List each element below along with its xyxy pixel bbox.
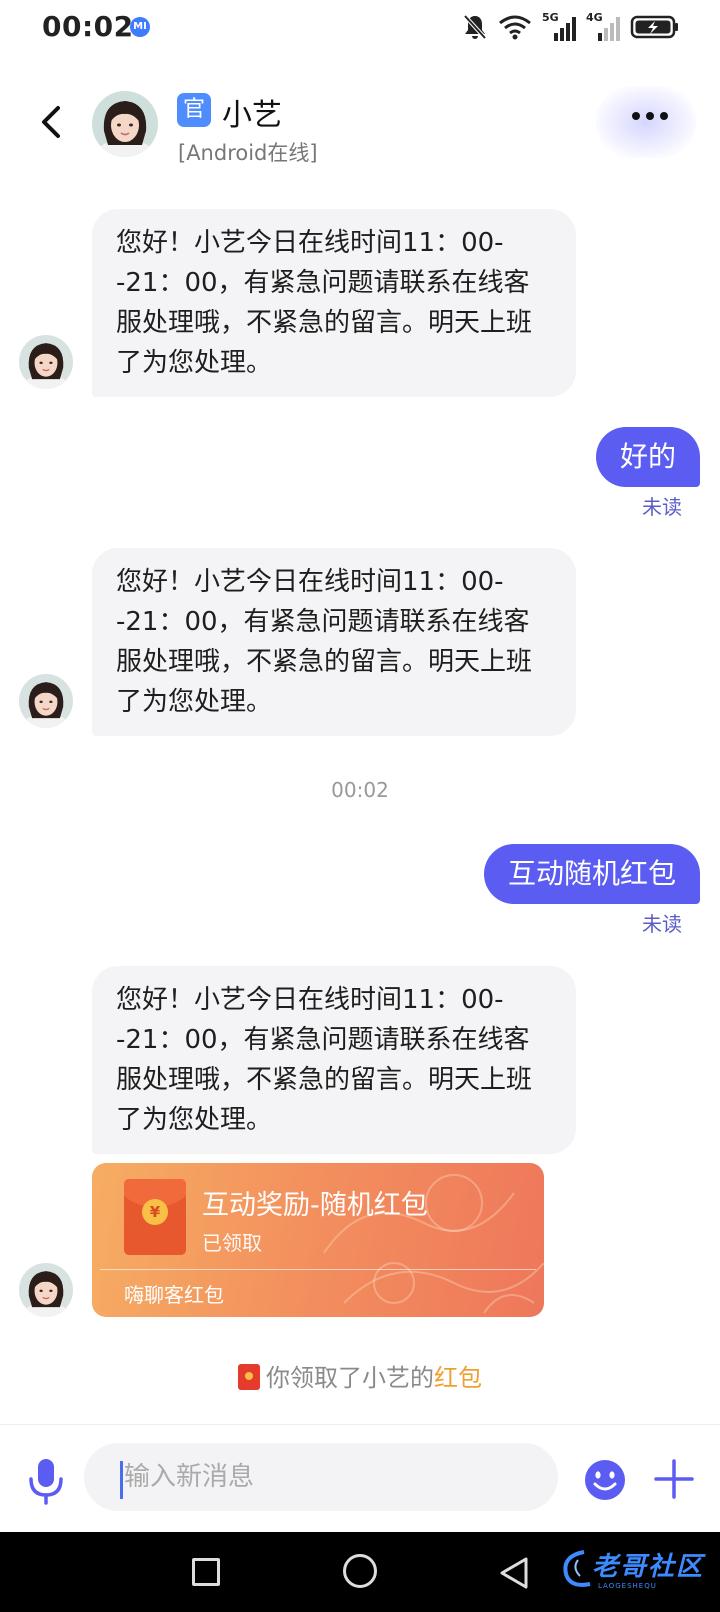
more-button[interactable] [596, 86, 696, 158]
incoming-message[interactable]: 您好！小艺今日在线时间11：00--21：00，有紧急问题请联系在线客服处理哦，… [92, 966, 576, 1154]
status-icons: 5G 4G [462, 11, 680, 42]
emoji-button[interactable] [584, 1459, 626, 1501]
contact-online-status: [Android在线] [178, 141, 318, 165]
red-packet-link[interactable]: 红包 [434, 1364, 482, 1392]
back-button[interactable] [30, 100, 74, 144]
input-bar [0, 1424, 720, 1530]
red-envelope-icon: ¥ [124, 1179, 186, 1255]
red-packet-card[interactable]: ¥ 互动奖励-随机红包 已领取 嗨聊客红包 [92, 1163, 544, 1317]
red-packet-title: 互动奖励-随机红包 [202, 1190, 428, 1221]
more-dots-icon [632, 112, 668, 120]
contact-name: 小艺 [222, 98, 282, 133]
sender-avatar[interactable] [19, 674, 73, 728]
status-time: 00:02 [42, 10, 134, 43]
official-badge: 官 [177, 93, 211, 127]
avatar-image [19, 335, 73, 389]
bell-off-icon [463, 14, 487, 40]
plus-icon [654, 1459, 694, 1499]
system-message-text: 你领取了小艺的 [266, 1364, 434, 1392]
red-packet-status: 已领取 [202, 1231, 262, 1255]
outgoing-message[interactable]: 好的 [595, 427, 700, 487]
avatar-image [19, 1263, 73, 1317]
system-message: 你领取了小艺的红包 [0, 1358, 720, 1393]
sender-avatar[interactable] [19, 335, 73, 389]
battery-charging-icon [630, 15, 678, 39]
signal-4g-icon: 4G [586, 11, 620, 41]
system-nav-bar: 老哥社区 LAOGESHEQU [0, 1532, 720, 1612]
chevron-left-icon [42, 106, 60, 138]
text-caret [120, 1461, 123, 1499]
divider [100, 1269, 536, 1270]
wifi-icon [499, 15, 531, 40]
nav-back-button[interactable] [498, 1556, 530, 1590]
contact-avatar[interactable] [92, 91, 158, 157]
outgoing-message[interactable]: 互动随机红包 [483, 844, 700, 904]
read-status: 未读 [642, 495, 682, 519]
voice-button[interactable] [26, 1457, 66, 1505]
incoming-message[interactable]: 您好！小艺今日在线时间11：00--21：00，有紧急问题请联系在线客服处理哦，… [92, 548, 576, 736]
avatar-image [92, 91, 158, 157]
add-button[interactable] [652, 1457, 696, 1501]
recent-apps-button[interactable] [192, 1558, 220, 1586]
incoming-message[interactable]: 您好！小艺今日在线时间11：00--21：00，有紧急问题请联系在线客服处理哦，… [92, 209, 576, 397]
chat-header: 官 小艺 [Android在线] [0, 80, 720, 176]
mi-notification-icon: MI [130, 17, 150, 37]
avatar-image [19, 674, 73, 728]
home-button[interactable] [343, 1554, 377, 1588]
microphone-icon [29, 1459, 63, 1505]
sender-avatar[interactable] [19, 1263, 73, 1317]
read-status: 未读 [642, 912, 682, 936]
signal-5g-icon: 5G [542, 11, 576, 41]
watermark-text: 老哥社区 [592, 1552, 705, 1582]
red-packet-footer: 嗨聊客红包 [124, 1283, 224, 1307]
emoji-smile-icon [585, 1460, 625, 1500]
red-packet-icon [238, 1364, 260, 1390]
status-bar: 00:02 MI 5G 4G [0, 0, 720, 54]
coin-symbol: ¥ [142, 1199, 168, 1225]
time-divider: 00:02 [331, 778, 389, 802]
watermark-subtext: LAOGESHEQU [598, 1582, 657, 1590]
message-input[interactable] [84, 1443, 558, 1511]
